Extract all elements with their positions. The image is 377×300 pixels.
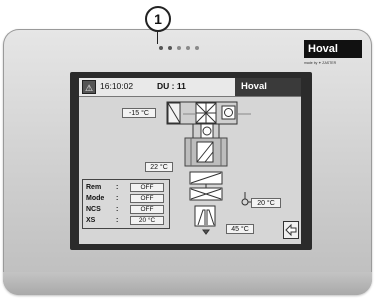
xs-value[interactable]: 20 °C — [130, 216, 164, 225]
callout-line — [157, 30, 158, 44]
status-row: Mode : OFF — [86, 194, 164, 204]
status-separator: : — [116, 217, 119, 224]
callout-marker: 1 — [145, 6, 171, 32]
led-indicator — [168, 46, 172, 50]
water-temp-value[interactable]: 45 °C — [226, 224, 254, 234]
back-arrow-icon — [285, 223, 297, 237]
status-leds — [159, 46, 199, 50]
room-temp-value[interactable]: 20 °C — [251, 198, 281, 208]
status-panel: Rem : OFF Mode : OFF NCS : OFF XS : 20 °… — [82, 179, 170, 229]
status-label: NCS — [86, 206, 101, 213]
status-label: Rem — [86, 184, 102, 191]
led-indicator — [195, 46, 199, 50]
status-separator: : — [116, 195, 119, 202]
touch-screen: ⚠ 16:10:02 DU : 11 Hoval -15 °C 22 °C 20… — [79, 78, 301, 244]
status-separator: : — [116, 206, 119, 213]
status-separator: : — [116, 184, 119, 191]
status-row: XS : 20 °C — [86, 216, 164, 226]
led-indicator — [186, 46, 190, 50]
rem-value[interactable]: OFF — [130, 183, 164, 192]
led-indicator — [159, 46, 163, 50]
outdoor-temp-value[interactable]: -15 °C — [122, 108, 156, 118]
back-arrow-icon[interactable] — [283, 221, 299, 239]
led-indicator — [177, 46, 181, 50]
brand-logo: Hoval — [304, 40, 362, 58]
status-row: NCS : OFF — [86, 205, 164, 215]
supply-temp-value[interactable]: 22 °C — [145, 162, 173, 172]
mode-value[interactable]: OFF — [130, 194, 164, 203]
status-label: Mode — [86, 195, 105, 202]
exhaust-fan-icon — [221, 105, 236, 120]
device-bezel-bottom — [3, 272, 372, 295]
status-label: XS — [86, 217, 96, 224]
made-by-label: made by ✦ ZASTER — [304, 61, 337, 65]
status-row: Rem : OFF — [86, 183, 164, 193]
ncs-value[interactable]: OFF — [130, 205, 164, 214]
